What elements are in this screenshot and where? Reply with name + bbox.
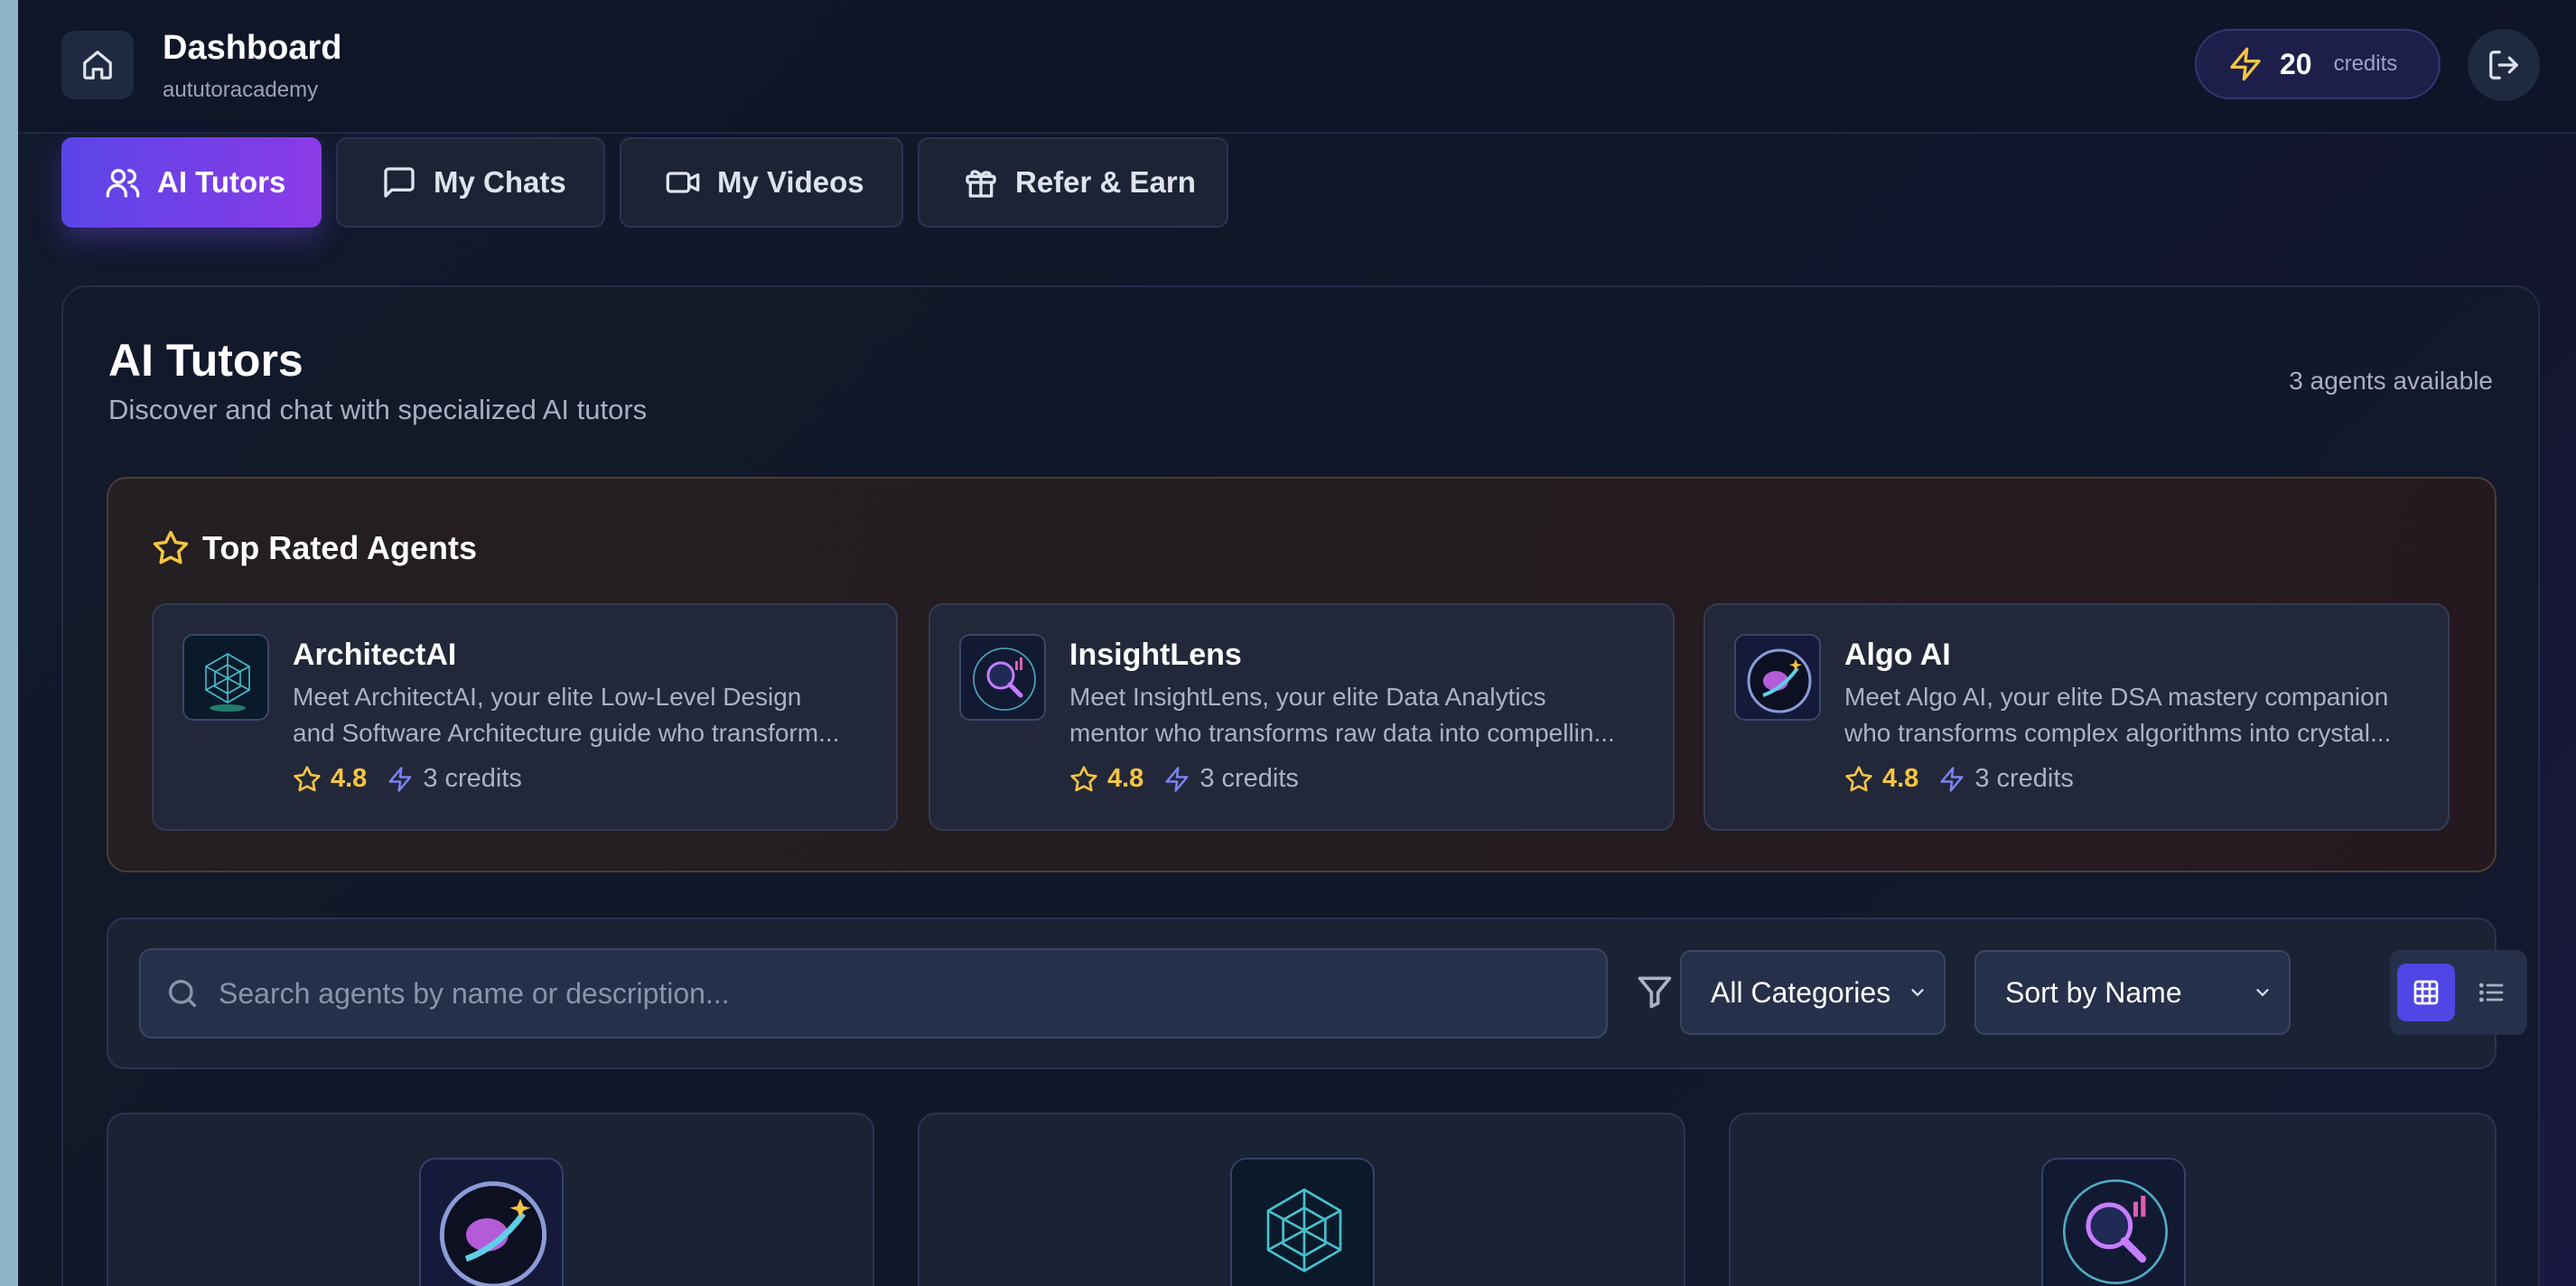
credits-badge[interactable]: 20 credits <box>2195 29 2441 99</box>
agent-name: ArchitectAI <box>293 638 457 672</box>
agent-meta: 4.8 3 credits <box>293 764 522 794</box>
agent-rating: 4.8 <box>331 764 368 793</box>
top-agent-card-insightlens[interactable]: InsightLens Meet InsightLens, your elite… <box>929 603 1675 831</box>
page-title: Dashboard <box>163 29 342 67</box>
section-title: AI Tutors <box>108 335 303 386</box>
section-subtitle: Discover and chat with specialized AI tu… <box>108 394 648 425</box>
credits-value: 20 <box>2280 47 2312 80</box>
search-icon <box>169 980 196 1007</box>
algo-ai-avatar <box>419 1158 564 1286</box>
agent-description-line: who transforms complex algorithms into c… <box>1844 719 2392 747</box>
top-rated-title: Top Rated Agents <box>202 529 477 566</box>
sort-select[interactable]: Sort by Name <box>1974 950 2291 1035</box>
agent-grid-card[interactable] <box>1729 1113 2497 1286</box>
architect-avatar <box>1230 1158 1375 1286</box>
tab-my-chats[interactable]: My Chats <box>336 137 605 228</box>
agent-description-line: Meet InsightLens, your elite Data Analyt… <box>1069 683 1546 711</box>
chevron-down-icon <box>2256 989 2269 997</box>
grid-icon <box>2413 980 2439 1005</box>
video-icon <box>666 172 700 193</box>
algo-ai-avatar <box>1734 634 1821 721</box>
logout-icon <box>2489 51 2518 79</box>
agent-meta: 4.8 3 credits <box>1069 764 1299 794</box>
ai-tutors-panel: AI Tutors Discover and chat with special… <box>61 285 2540 1286</box>
agent-name: Algo AI <box>1844 638 1951 672</box>
insightlens-avatar <box>959 634 1046 721</box>
logout-button[interactable] <box>2468 29 2540 101</box>
agents-count: 3 agents available <box>2289 367 2493 395</box>
agent-description-line: mentor who transforms raw data into comp… <box>1069 719 1615 747</box>
top-header: Dashboard aututoracademy 20 credits <box>18 0 2576 134</box>
view-toggle <box>2390 950 2527 1035</box>
grid-view-button[interactable] <box>2397 964 2455 1021</box>
message-square-icon <box>384 167 415 198</box>
tab-label: My Chats <box>434 165 566 199</box>
search-box[interactable] <box>139 948 1608 1039</box>
lightning-icon <box>2230 47 2261 81</box>
lightning-icon <box>1940 766 1964 792</box>
tab-label: My Videos <box>717 165 864 199</box>
agent-description: Meet InsightLens, your elite Data Analyt… <box>1069 679 1647 751</box>
filter-icon[interactable] <box>1635 972 1675 1011</box>
list-view-button[interactable] <box>2462 964 2520 1021</box>
account-name: aututoracademy <box>163 78 319 102</box>
agent-description-line: Meet Algo AI, your elite DSA mastery com… <box>1844 683 2389 711</box>
star-icon <box>1845 765 1872 791</box>
sort-select-value: Sort by Name <box>2005 975 2182 1009</box>
filter-bar: All Categories Sort by Name <box>107 918 2527 1069</box>
agent-description: Meet ArchitectAI, your elite Low-Level D… <box>293 679 871 751</box>
home-button[interactable] <box>61 31 134 99</box>
search-input[interactable] <box>219 976 1573 1011</box>
agent-name: InsightLens <box>1069 638 1242 672</box>
top-agent-card-architectai[interactable]: ArchitectAI Meet ArchitectAI, your elite… <box>152 603 898 831</box>
category-select-value: All Categories <box>1711 975 1891 1009</box>
agent-description-line: Meet ArchitectAI, your elite Low-Level D… <box>293 683 802 711</box>
tab-label: Refer & Earn <box>1015 165 1196 199</box>
agent-rating: 4.8 <box>1107 764 1144 793</box>
architect-avatar <box>182 634 269 721</box>
lightning-icon <box>388 766 412 792</box>
gift-icon <box>966 170 996 198</box>
app-window: Dashboard aututoracademy 20 credits AI T… <box>18 0 2576 1286</box>
credits-label: credits <box>2333 51 2398 76</box>
top-agent-card-algo-ai[interactable]: Algo AI Meet Algo AI, your elite DSA mas… <box>1703 603 2450 831</box>
agent-credits: 3 credits <box>1974 764 2074 793</box>
top-rated-section: Top Rated Agents ArchitectAI Meet Archit… <box>107 477 2497 872</box>
star-icon <box>1070 765 1097 791</box>
tab-my-videos[interactable]: My Videos <box>620 137 903 228</box>
chevron-down-icon <box>1911 989 1924 997</box>
insightlens-avatar <box>2041 1158 2186 1286</box>
lightning-icon <box>1165 766 1189 792</box>
agent-rating: 4.8 <box>1882 764 1919 793</box>
agent-meta: 4.8 3 credits <box>1844 764 2074 794</box>
agent-credits: 3 credits <box>1199 764 1299 793</box>
users-icon <box>106 169 140 198</box>
tab-label: AI Tutors <box>157 165 286 199</box>
category-select[interactable]: All Categories <box>1680 950 1946 1035</box>
home-icon <box>83 51 112 79</box>
star-icon <box>153 530 189 564</box>
tab-refer-earn[interactable]: Refer & Earn <box>918 137 1228 228</box>
agent-description: Meet Algo AI, your elite DSA mastery com… <box>1844 679 2422 751</box>
tab-ai-tutors[interactable]: AI Tutors <box>61 137 322 228</box>
agent-grid-card[interactable] <box>918 1113 1685 1286</box>
star-icon <box>294 765 321 791</box>
list-icon <box>2478 983 2504 1002</box>
agent-grid-card[interactable] <box>107 1113 874 1286</box>
agent-description-line: and Software Architecture guide who tran… <box>293 719 840 747</box>
agent-credits: 3 credits <box>423 764 522 793</box>
